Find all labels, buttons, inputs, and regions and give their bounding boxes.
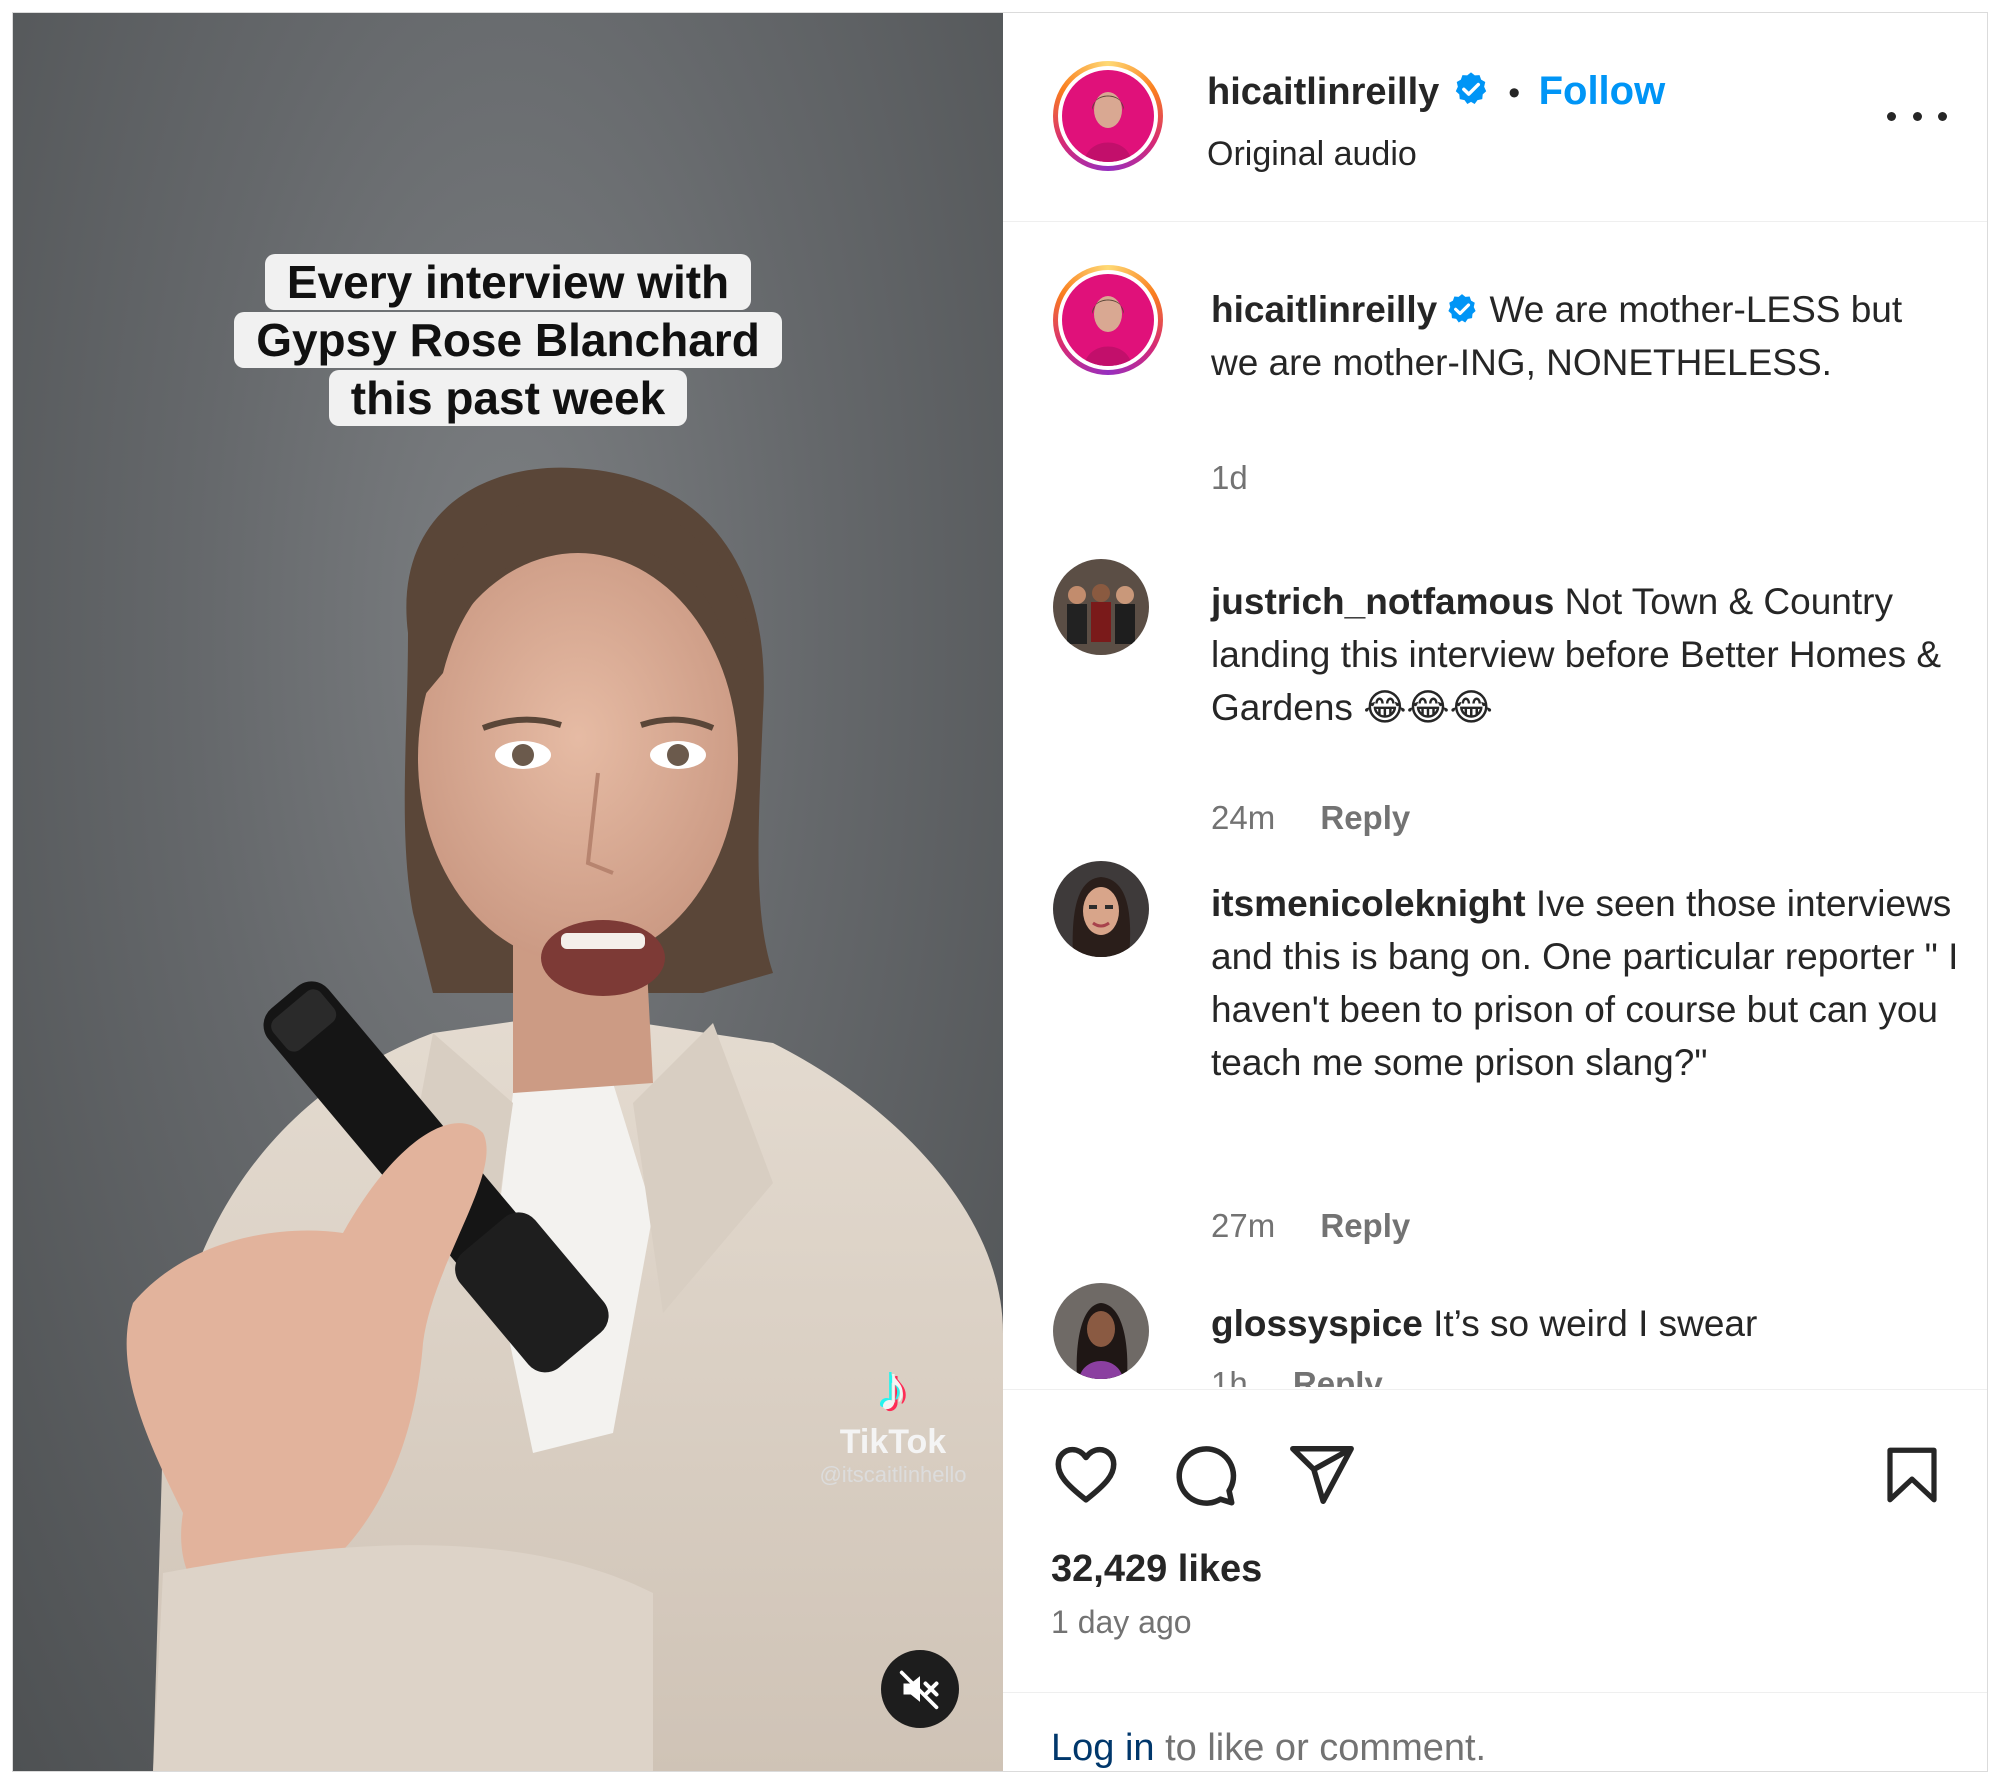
caption-username[interactable]: hicaitlinreilly <box>1211 289 1437 330</box>
heart-icon <box>1055 1446 1117 1503</box>
like-button[interactable] <box>1051 1440 1121 1515</box>
tiktok-name: TikTok <box>839 1423 947 1461</box>
share-button[interactable] <box>1287 1440 1357 1515</box>
bookmark-icon <box>1887 1447 1937 1503</box>
commenter-avatar[interactable] <box>1053 559 1149 655</box>
post-frame: Every interview with Gypsy Rose Blanchar… <box>12 12 1988 1772</box>
commenter-avatar-image <box>1053 861 1149 957</box>
commenter-avatar[interactable] <box>1053 861 1149 957</box>
login-prompt-text: Log in to like or comment. <box>1051 1727 1486 1770</box>
caption-line-2: Gypsy Rose Blanchard <box>234 312 782 368</box>
likes-count[interactable]: 32,429 likes <box>1051 1548 1262 1591</box>
header-title-row: hicaitlinreilly • Follow <box>1207 69 1665 114</box>
login-prompt-rest: to like or comment. <box>1154 1727 1487 1769</box>
commenter-avatar-image <box>1053 1283 1149 1379</box>
comment-time: 24m <box>1211 799 1276 836</box>
reply-button[interactable]: Reply <box>1293 1365 1383 1387</box>
comment-username[interactable]: itsmenicoleknight <box>1211 883 1526 924</box>
comment-text-block: glossyspice It’s so weird I swear <box>1211 1297 1971 1350</box>
author-avatar[interactable] <box>1053 61 1163 171</box>
verified-badge-icon <box>1448 294 1476 323</box>
comment-body: It’s so weird I swear <box>1433 1303 1758 1344</box>
original-audio-link[interactable]: Original audio <box>1207 135 1417 174</box>
caption-line-3: this past week <box>328 370 688 426</box>
post-side-panel: hicaitlinreilly • Follow Original audio <box>1003 13 1987 1771</box>
caption-line-1: Every interview with <box>264 254 752 310</box>
speaker-muted-icon <box>899 1670 939 1710</box>
comment-time: 1h <box>1211 1365 1248 1387</box>
comment-meta: 1h Reply <box>1211 1365 1383 1387</box>
comment-text-block: itsmenicoleknight Ive seen those intervi… <box>1211 877 1971 1089</box>
commenter-avatar[interactable] <box>1053 1283 1149 1379</box>
post-actions: 32,429 likes 1 day ago Log in to like or… <box>1003 1389 1987 1772</box>
caption-timestamp: 1d <box>1211 459 1248 497</box>
header-separator: • <box>1508 74 1521 112</box>
mute-button[interactable] <box>881 1650 959 1728</box>
tiktok-note-icon: ♪ <box>877 1352 909 1424</box>
video-caption: Every interview with Gypsy Rose Blanchar… <box>13 253 1003 427</box>
comment-time: 27m <box>1211 1207 1276 1244</box>
comment-username[interactable]: justrich_notfamous <box>1211 581 1554 622</box>
verified-badge-icon <box>1455 72 1486 105</box>
reply-button[interactable]: Reply <box>1320 1207 1410 1244</box>
comment-username[interactable]: glossyspice <box>1211 1303 1423 1344</box>
share-icon <box>1290 1445 1354 1505</box>
caption-author-avatar[interactable] <box>1053 265 1163 375</box>
save-button[interactable] <box>1879 1440 1945 1515</box>
post-date[interactable]: 1 day ago <box>1051 1604 1192 1641</box>
tiktok-watermark: ♪ TikTok @itscaitlinhello <box>783 1353 1003 1488</box>
login-link[interactable]: Log in <box>1051 1727 1155 1769</box>
caption-avatar-image <box>1062 274 1154 366</box>
login-prompt: Log in to like or comment. <box>1003 1692 1987 1773</box>
comment-icon <box>1176 1446 1237 1506</box>
author-username[interactable]: hicaitlinreilly <box>1207 71 1439 113</box>
comment-button[interactable] <box>1169 1440 1239 1515</box>
reply-button[interactable]: Reply <box>1320 799 1410 836</box>
caption-time: 1d <box>1211 459 1248 496</box>
comment-text-block: justrich_notfamous Not Town & Country la… <box>1211 575 1971 734</box>
comment-meta: 27m Reply <box>1211 1207 1410 1245</box>
more-horizontal-icon <box>1887 111 1896 121</box>
post-header: hicaitlinreilly • Follow Original audio <box>1003 13 1987 222</box>
author-avatar-image <box>1062 70 1154 162</box>
follow-button[interactable]: Follow <box>1539 69 1666 113</box>
comments-list[interactable]: hicaitlinreilly We are mother-LESS but w… <box>1003 221 1987 1387</box>
reel-video[interactable]: Every interview with Gypsy Rose Blanchar… <box>13 13 1003 1771</box>
tiktok-handle: @itscaitlinhello <box>819 1462 967 1487</box>
comment-meta: 24m Reply <box>1211 799 1410 837</box>
more-options-button[interactable] <box>1887 101 1947 131</box>
caption-text-block: hicaitlinreilly We are mother-LESS but w… <box>1211 283 1931 389</box>
commenter-avatar-image <box>1053 559 1149 655</box>
